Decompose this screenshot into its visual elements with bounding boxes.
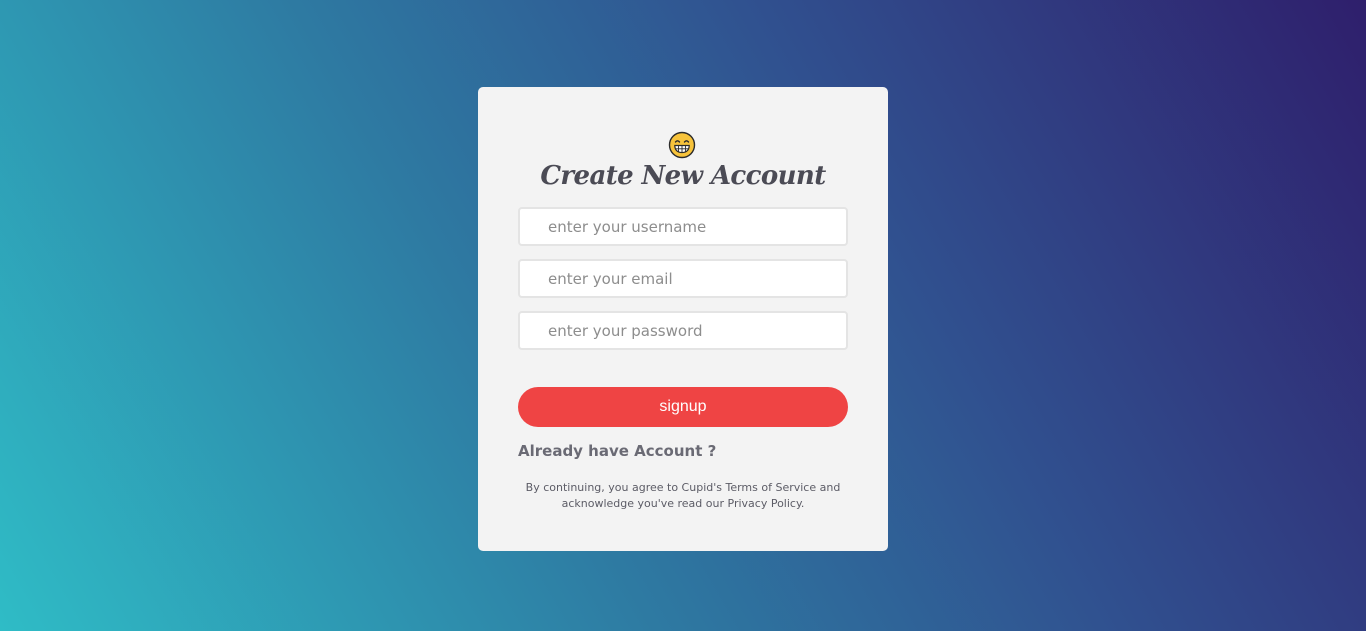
password-input[interactable] xyxy=(518,311,848,350)
legal-notice-line-1: By continuing, you agree to Cupid's Term… xyxy=(525,481,841,494)
signup-card: Create New Account signup Already have A… xyxy=(478,87,888,551)
already-have-account-link[interactable]: Already have Account ? xyxy=(518,442,716,460)
legal-notice-line-2: acknowledge you've read our Privacy Poli… xyxy=(561,497,805,510)
signup-button[interactable]: signup xyxy=(518,387,848,427)
legal-notice: By continuing, you agree to Cupid's Term… xyxy=(518,480,848,512)
grinning-face-icon xyxy=(668,131,696,159)
username-input[interactable] xyxy=(518,207,848,246)
email-input[interactable] xyxy=(518,259,848,298)
page-title: Create New Account xyxy=(540,161,826,191)
